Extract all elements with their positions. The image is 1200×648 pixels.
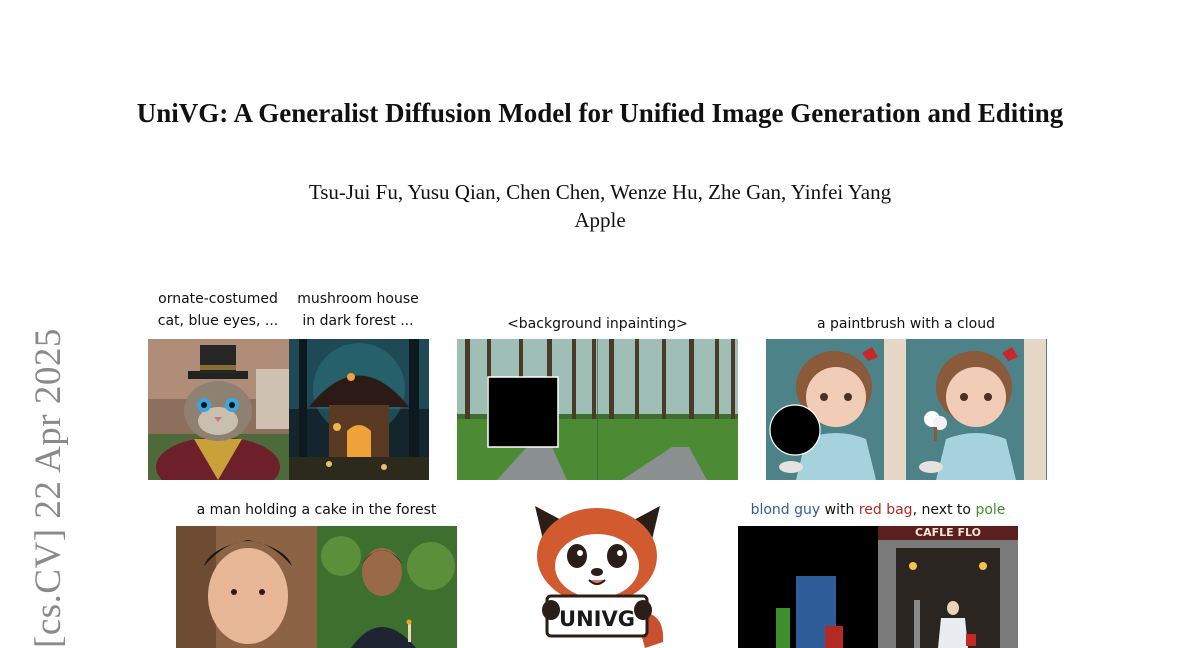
caption-layout-pole: pole bbox=[975, 502, 1006, 518]
author-block: Tsu-Jui Fu, Yusu Qian, Chen Chen, Wenze … bbox=[0, 178, 1200, 234]
storefront-sign-text: CAFLE FLO bbox=[915, 526, 981, 539]
caption-cat-line-2: cat, blue eyes, ... bbox=[157, 313, 279, 329]
layout-box-pole bbox=[776, 608, 790, 648]
image-mushroom-house bbox=[289, 339, 429, 480]
caption-paintbrush: a paintbrush with a cloud bbox=[817, 316, 995, 332]
image-inpainting-pair bbox=[457, 339, 738, 480]
caption-layout-blond: blond guy bbox=[750, 502, 821, 518]
caption-house: mushroom house in dark forest ... bbox=[288, 288, 428, 332]
image-paintbrush-pair bbox=[766, 339, 1047, 480]
caption-house-line-2: in dark forest ... bbox=[302, 313, 414, 329]
caption-man-cake: a man holding a cake in the forest bbox=[196, 502, 437, 518]
caption-inpaint: <background inpainting> bbox=[507, 316, 688, 332]
caption-house-line-1: mushroom house bbox=[297, 291, 419, 307]
caption-cat-line-1: ornate-costumed bbox=[158, 291, 278, 307]
caption-layout-with: with bbox=[820, 502, 859, 518]
image-man-pair bbox=[176, 526, 457, 648]
paper-title: UniVG: A Generalist Diffusion Model for … bbox=[136, 98, 1064, 128]
image-layout-pair: CAFLE FLO bbox=[738, 526, 1018, 648]
caption-layout-redbag: red bag bbox=[858, 502, 913, 518]
author-list: Tsu-Jui Fu, Yusu Qian, Chen Chen, Wenze … bbox=[308, 180, 892, 204]
image-univg-mascot: UNIVG bbox=[525, 492, 670, 648]
caption-layout: blond guy with red bag, next to pole bbox=[738, 499, 1018, 521]
arxiv-side-stamp: [cs.CV] 22 Apr 2025 bbox=[28, 328, 69, 648]
caption-layout-next: , next to bbox=[912, 502, 976, 518]
mascot-sign-text: UNIVG bbox=[559, 607, 635, 631]
image-costumed-cat bbox=[148, 339, 289, 480]
affiliation: Apple bbox=[574, 208, 626, 232]
caption-cat: ornate-costumed cat, blue eyes, ... bbox=[148, 288, 288, 332]
layout-box-bag bbox=[825, 626, 843, 648]
